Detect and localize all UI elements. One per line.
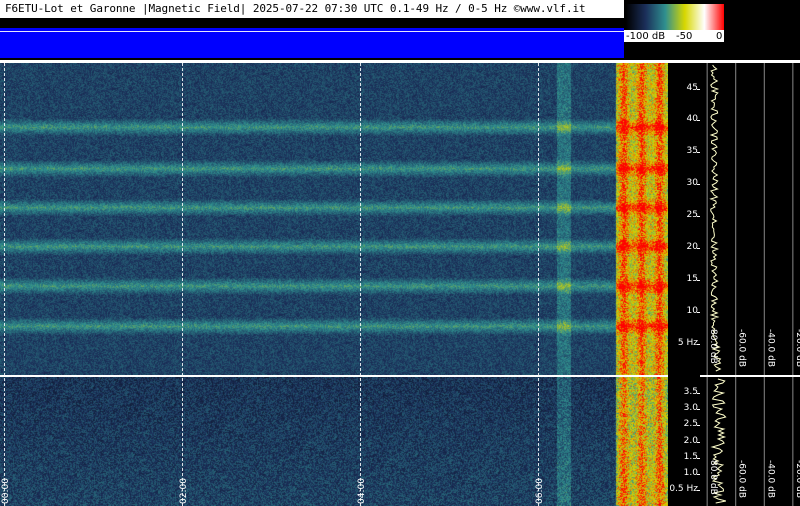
freq-tick-label: 25 (686, 210, 698, 220)
db-tick-label: -40.0 dB (765, 460, 775, 498)
db-tick-label: 80.0 dB (708, 460, 718, 495)
frequency-axis: 5 Hz 10 15 20 25 30 35 40 45 0.5 Hz 1.0 1.5 2.0 2.5 3… (668, 63, 700, 506)
freq-tick-label: 2.5 (683, 419, 698, 429)
time-tick-label: 04:00 (357, 478, 367, 504)
db-tick-label: -60.0 dB (737, 460, 747, 498)
freq-tick-label: 3.5 (683, 387, 698, 397)
colorbar-label-mid: -50 (676, 31, 693, 42)
freq-tick-label: 10 (686, 306, 698, 316)
blue-band (0, 28, 624, 58)
freq-tick-label: 35 (686, 146, 698, 156)
freq-tick-label: 2.0 (683, 436, 698, 446)
freq-tick-label: 40 (686, 114, 698, 124)
freq-tick-label: 20 (686, 242, 698, 252)
db-tick-label: -20.0 dB (794, 329, 800, 367)
freq-tick-label: 5 Hz (677, 338, 698, 348)
chart-title: F6ETU-Lot et Garonne |Magnetic Field| 20… (5, 2, 586, 15)
freq-tick-label: 1.5 (683, 452, 698, 462)
freq-tick-label: 0.5 Hz (669, 484, 698, 494)
freq-tick-label: 15 (686, 274, 698, 284)
colorbar-label-max: 0 (716, 31, 723, 42)
freq-tick-label: 1.0 (683, 468, 698, 478)
freq-tick-label: 30 (686, 178, 698, 188)
chart-header: F6ETU-Lot et Garonne |Magnetic Field| 20… (0, 0, 624, 19)
spectrum-profile: 80.0 dB -60.0 dB -40.0 dB -20.0 dB 80.0 dB -6… (700, 63, 800, 506)
colorbar (626, 4, 724, 30)
upper-freq-ticks: 5 Hz 10 15 20 25 30 35 40 45 (668, 63, 700, 375)
db-tick-label: 80.0 dB (708, 329, 718, 364)
spectrum-line (709, 64, 722, 372)
blue-band-line (0, 31, 624, 32)
profile-separator (700, 375, 800, 377)
colorbar-label-min: -100 dB (626, 31, 666, 42)
db-tick-label: -60.0 dB (737, 329, 747, 367)
time-tick-label: 02:00 (179, 478, 189, 504)
lower-freq-ticks: 0.5 Hz 1.0 1.5 2.0 2.5 3.0 3.5 (668, 377, 700, 506)
db-tick-label: -20.0 dB (794, 460, 800, 498)
db-tick-label: -40.0 dB (765, 329, 775, 367)
colorbar-labels: -100 dB -50 0 (624, 30, 724, 42)
time-tick-label: 06:00 (535, 478, 545, 504)
time-axis: 00:00 02:00 04:00 06:00 (0, 377, 668, 506)
freq-tick-label: 45 (686, 83, 698, 93)
time-tick-label: 00:00 (1, 478, 11, 504)
freq-tick-label: 3.0 (683, 403, 698, 413)
